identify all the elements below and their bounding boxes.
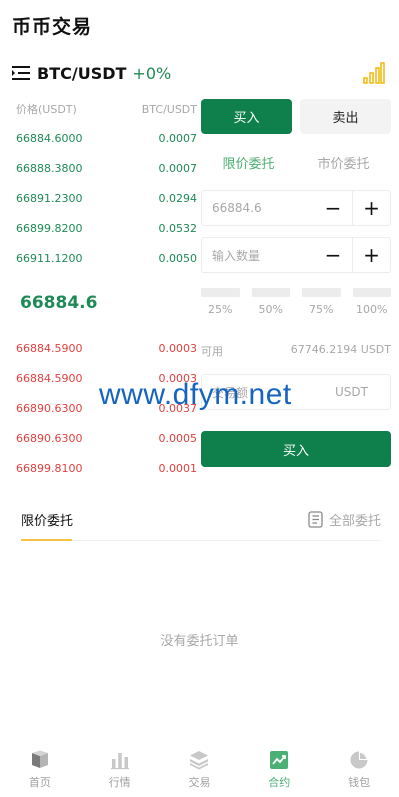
order-price: 66888.3800 (16, 161, 83, 175)
percentage-bar (251, 288, 290, 297)
order-amount: 0.0532 (158, 221, 198, 235)
order-amount: 0.0050 (158, 251, 198, 265)
market-icon (110, 753, 129, 770)
nav-label: 合约 (268, 776, 291, 789)
order-book-header: 价格(USDT) BTC/USDT (16, 98, 197, 120)
contract-icon (270, 751, 289, 769)
all-orders-link[interactable]: 全部委托 (308, 510, 381, 529)
percentage-option[interactable]: 75% (302, 288, 341, 316)
market-order-tab[interactable]: 市价委托 (296, 153, 391, 172)
trade-amount-unit: USDT (335, 385, 368, 399)
available-balance: 可用 67746.2194 USDT (201, 343, 391, 359)
quantity-decrease-button[interactable]: − (314, 238, 352, 272)
order-price: 66899.8100 (16, 461, 83, 475)
buy-side-tab[interactable]: 买入 (201, 99, 292, 134)
nav-label: 交易 (188, 776, 211, 789)
buy-order-row[interactable]: 66899.8200 0.0532 (16, 213, 197, 243)
all-orders-label: 全部委托 (328, 514, 381, 529)
quantity-increase-button[interactable]: + (352, 238, 390, 272)
order-price: 66884.5900 (16, 371, 83, 385)
order-amount: 0.0007 (158, 161, 198, 175)
sell-order-row[interactable]: 66890.6300 0.0005 (16, 423, 197, 453)
order-price: 66884.5900 (16, 341, 83, 355)
order-amount: 0.0294 (158, 191, 198, 205)
menu-icon[interactable] (12, 65, 30, 81)
percentage-option[interactable]: 25% (201, 288, 240, 316)
percentage-label: 100% (356, 303, 388, 316)
order-amount: 0.0005 (158, 431, 198, 445)
home-icon (31, 750, 48, 768)
percentage-selector: 25% 50% 75% 100% (201, 288, 391, 316)
orders-tabs: 限价委托 全部委托 (21, 508, 381, 541)
buy-order-row[interactable]: 66888.3800 0.0007 (16, 153, 197, 183)
page-title: 币币交易 (12, 16, 93, 38)
buy-order-row[interactable]: 66884.6000 0.0007 (16, 123, 197, 153)
sell-order-row[interactable]: 66899.8100 0.0001 (16, 453, 197, 483)
kline-chart-icon[interactable] (363, 62, 385, 84)
nav-item-wallet[interactable]: 钱包 (319, 747, 399, 797)
order-amount: 0.0007 (158, 131, 198, 145)
quantity-stepper: 输入数量 − + (201, 237, 391, 273)
price-input[interactable]: 66884.6 (202, 201, 314, 215)
percentage-option[interactable]: 100% (352, 288, 391, 316)
nav-item-trade[interactable]: 交易 (160, 747, 240, 797)
pair-bar: BTC/USDT +0% (12, 60, 387, 86)
pair-change: +0% (132, 63, 172, 83)
nav-item-home[interactable]: 首页 (0, 747, 80, 797)
sell-order-row[interactable]: 66884.5900 0.0003 (16, 333, 197, 363)
limit-order-tab[interactable]: 限价委托 (201, 153, 296, 172)
order-price: 66891.2300 (16, 191, 83, 205)
watermark-text: www.dfym.net (99, 378, 292, 411)
buy-order-row[interactable]: 66911.1200 0.0050 (16, 243, 197, 273)
document-list-icon (308, 511, 323, 528)
order-price: 66890.6300 (16, 401, 83, 415)
bottom-nav: 首页 行情 交易 合约 钱包 (0, 747, 399, 797)
price-increase-button[interactable]: + (352, 191, 390, 225)
price-decrease-button[interactable]: − (314, 191, 352, 225)
percentage-bar (352, 288, 391, 297)
nav-item-market[interactable]: 行情 (80, 747, 160, 797)
nav-label: 钱包 (348, 776, 371, 789)
price-column-header: 价格(USDT) (16, 103, 77, 116)
available-label: 可用 (201, 345, 223, 358)
percentage-bar (302, 288, 341, 297)
nav-label: 首页 (28, 776, 51, 789)
nav-label: 行情 (108, 776, 131, 789)
empty-orders-text: 没有委托订单 (160, 634, 239, 649)
last-price: 66884.6 (20, 293, 98, 313)
quantity-input[interactable]: 输入数量 (202, 247, 314, 264)
order-amount: 0.0001 (158, 461, 198, 475)
side-tabs: 买入 卖出 (201, 99, 391, 134)
price-stepper: 66884.6 − + (201, 190, 391, 226)
order-book: 价格(USDT) BTC/USDT 66884.6000 0.0007 6688… (16, 98, 197, 483)
buy-order-row[interactable]: 66891.2300 0.0294 (16, 183, 197, 213)
order-price: 66911.1200 (16, 251, 83, 265)
buy-submit-button[interactable]: 买入 (201, 431, 391, 467)
percentage-label: 50% (258, 303, 283, 316)
order-type-tabs: 限价委托 市价委托 (201, 153, 391, 172)
pair-name[interactable]: BTC/USDT (37, 64, 126, 83)
order-price: 66890.6300 (16, 431, 83, 445)
trade-icon (190, 751, 209, 770)
active-tab-underline (21, 539, 72, 541)
sell-side-tab[interactable]: 卖出 (300, 99, 391, 134)
limit-orders-tab[interactable]: 限价委托 (21, 510, 73, 529)
percentage-label: 75% (309, 303, 334, 316)
nav-item-contract[interactable]: 合约 (239, 747, 319, 797)
order-amount: 0.0003 (158, 341, 198, 355)
wallet-icon (350, 751, 368, 769)
percentage-option[interactable]: 50% (251, 288, 290, 316)
percentage-label: 25% (208, 303, 233, 316)
percentage-bar (201, 288, 240, 297)
available-value: 67746.2194 USDT (290, 343, 391, 356)
order-price: 66884.6000 (16, 131, 83, 145)
amount-column-header: BTC/USDT (141, 102, 197, 116)
order-price: 66899.8200 (16, 221, 83, 235)
